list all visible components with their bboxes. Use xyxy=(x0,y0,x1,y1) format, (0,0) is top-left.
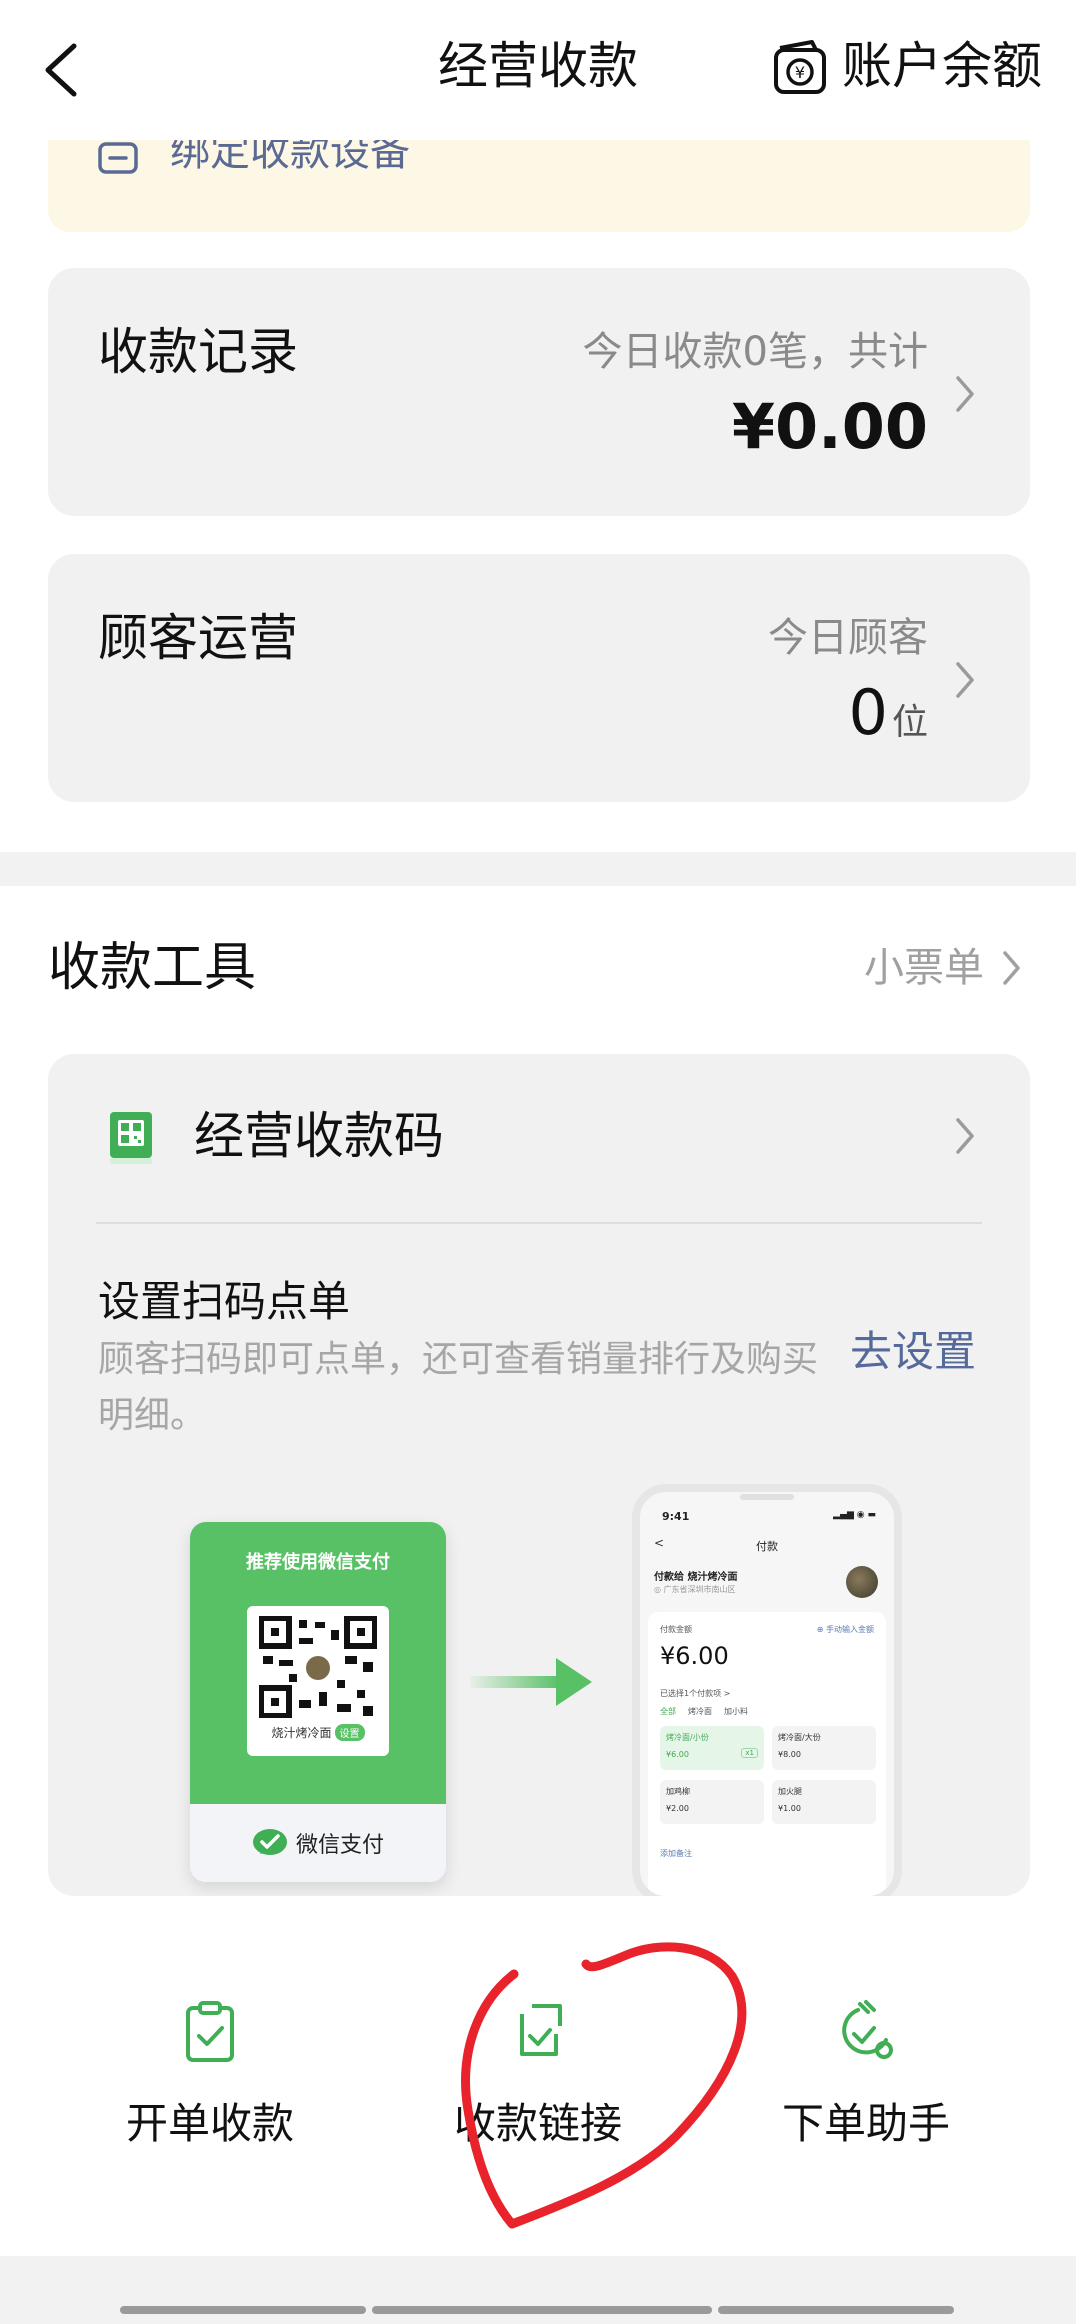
phone-tab: 全部 xyxy=(660,1707,676,1716)
link-check-icon xyxy=(520,2004,562,2056)
phone-menu-item: 烤冷面/小份 ¥6.00 x1 xyxy=(660,1726,764,1770)
phone-menu-item: 加鸡柳 ¥2.00 xyxy=(660,1780,764,1824)
receipt-label: 小票单 xyxy=(864,945,984,991)
create-order-payment-label: 开单收款 xyxy=(125,2099,294,2148)
today-customers-label: 今日顾客 xyxy=(768,615,928,661)
customer-operations-title: 顾客运营 xyxy=(98,609,298,667)
business-qr-label: 经营收款码 xyxy=(194,1107,444,1165)
today-customers-count: 0 xyxy=(848,676,888,749)
qr-stand-illustration: 推荐使用微信支付 烧汁烤冷面 设置 微信支付 xyxy=(190,1522,446,1882)
today-total-amount: ¥0.00 xyxy=(731,390,928,463)
today-payments-summary: 今日收款0笔，共计 xyxy=(582,329,928,375)
create-order-payment-button[interactable]: 开单收款 xyxy=(90,2000,330,2180)
home-indicator-segment xyxy=(372,2306,712,2314)
divider xyxy=(96,1222,982,1224)
phone-item-price: ¥1.00 xyxy=(778,1804,801,1813)
scan-order-description: 顾客扫码即可点单，还可查看销量排行及购买明细。 xyxy=(98,1339,819,1436)
qr-code-image: 烧汁烤冷面 设置 xyxy=(247,1606,389,1756)
phone-amount-label: 付款金额 xyxy=(660,1625,692,1634)
phone-category-tabs: 全部 烤冷面 加小料 xyxy=(660,1706,748,1717)
wechat-pay-footer: 微信支付 xyxy=(190,1804,446,1882)
wechat-pay-brand: 微信支付 xyxy=(295,1833,384,1858)
phone-menu-item: 加火腿 ¥1.00 xyxy=(772,1780,876,1824)
phone-tab: 烤冷面 xyxy=(688,1707,712,1716)
home-indicator-segment xyxy=(718,2306,954,2314)
payment-link-button[interactable]: 收款链接 xyxy=(418,2000,658,2180)
svg-text:¥: ¥ xyxy=(795,63,805,82)
wechat-pay-logo-icon xyxy=(252,1829,287,1855)
go-settings-link[interactable]: 去设置 xyxy=(850,1322,976,1382)
qr-shop-name: 烧汁烤冷面 xyxy=(271,1726,332,1740)
arrow-right-icon xyxy=(470,1658,592,1706)
phone-page-title: 付款 xyxy=(756,1540,778,1553)
payment-records-card[interactable]: 收款记录 今日收款0笔，共计 ¥0.00 xyxy=(48,268,1030,516)
phone-merchant-name: 付款给 烧汁烤冷面 xyxy=(654,1572,738,1583)
phone-status-icons: ▂▄▆ ◉ ▬ xyxy=(833,1510,876,1520)
recommend-wechat-pay-text: 推荐使用微信支付 xyxy=(246,1552,390,1573)
top-nav-bar: 经营收款 ¥ 账户余额 xyxy=(0,0,1076,140)
chevron-right-icon xyxy=(956,1118,974,1154)
phone-item-price: ¥8.00 xyxy=(778,1750,801,1759)
phone-add-note: 添加备注 xyxy=(660,1849,692,1858)
order-assistant-label: 下单助手 xyxy=(781,2099,950,2148)
payment-tools-title: 收款工具 xyxy=(48,938,257,998)
phone-item-qty: x1 xyxy=(741,1748,758,1758)
chevron-right-icon xyxy=(956,376,974,412)
account-balance-button[interactable]: ¥ 账户余额 xyxy=(772,34,1042,98)
phone-item-name: 烤冷面/小份 xyxy=(666,1733,709,1742)
phone-notch xyxy=(740,1494,794,1500)
phone-item-name: 加火腿 xyxy=(778,1787,802,1796)
payment-qr-card: 经营收款码 设置扫码点单 顾客扫码即可点单，还可查看销量排行及购买明细。 去设置… xyxy=(48,1054,1030,1896)
account-balance-label: 账户余额 xyxy=(842,37,1042,95)
phone-preview-illustration: 9:41 ▂▄▆ ◉ ▬ < 付款 付款给 烧汁烤冷面 ◎ 广东省深圳市南山区 … xyxy=(632,1484,902,1896)
phone-manual-input: ⊕ 手动输入金额 xyxy=(816,1625,874,1634)
home-indicator-segment xyxy=(120,2306,366,2314)
phone-time: 9:41 xyxy=(662,1510,690,1523)
qr-shop-caption: 烧汁烤冷面 设置 xyxy=(247,1724,389,1741)
qr-badge: 设置 xyxy=(334,1724,365,1741)
customers-unit: 位 xyxy=(891,702,928,743)
merchant-avatar xyxy=(846,1566,878,1598)
clipboard-check-icon xyxy=(186,2001,234,2062)
phone-item-name: 加鸡柳 xyxy=(666,1787,690,1796)
phone-tab: 加小料 xyxy=(724,1707,748,1716)
today-customers-value: 0位 xyxy=(849,678,928,758)
phone-item-name: 烤冷面/大份 xyxy=(778,1733,821,1742)
phone-item-price: ¥2.00 xyxy=(666,1804,689,1813)
chevron-right-icon xyxy=(1003,951,1020,985)
qr-code-icon xyxy=(110,1112,152,1164)
phone-payment-panel: 付款金额 ⊕ 手动输入金额 ¥6.00 已选择1个付款项 > 全部 烤冷面 加小… xyxy=(648,1612,886,1896)
wallet-coin-icon: ¥ xyxy=(774,40,826,94)
phone-menu-item: 烤冷面/大份 ¥8.00 xyxy=(772,1726,876,1770)
phone-selected-summary: 已选择1个付款项 > xyxy=(660,1689,731,1698)
receipt-link[interactable]: 小票单 xyxy=(864,940,1022,996)
payment-link-label: 收款链接 xyxy=(453,2099,622,2148)
phone-merchant-address: ◎ 广东省深圳市南山区 xyxy=(654,1585,736,1594)
section-divider xyxy=(0,852,1076,886)
qr-stand-green-panel: 推荐使用微信支付 烧汁烤冷面 设置 xyxy=(190,1522,446,1804)
order-assistant-icon xyxy=(842,2000,893,2059)
phone-amount: ¥6.00 xyxy=(660,1642,729,1670)
scan-order-title: 设置扫码点单 xyxy=(98,1277,351,1326)
business-qr-row[interactable]: 经营收款码 xyxy=(48,1054,1030,1222)
order-assistant-button[interactable]: 下单助手 xyxy=(746,2000,986,2180)
customer-operations-card[interactable]: 顾客运营 今日顾客 0位 xyxy=(48,554,1030,802)
qr-pattern-icon xyxy=(259,1616,377,1718)
payment-records-title: 收款记录 xyxy=(98,323,298,381)
device-icon xyxy=(98,142,138,174)
phone-item-price: ¥6.00 xyxy=(666,1750,689,1759)
chevron-right-icon xyxy=(956,662,974,698)
